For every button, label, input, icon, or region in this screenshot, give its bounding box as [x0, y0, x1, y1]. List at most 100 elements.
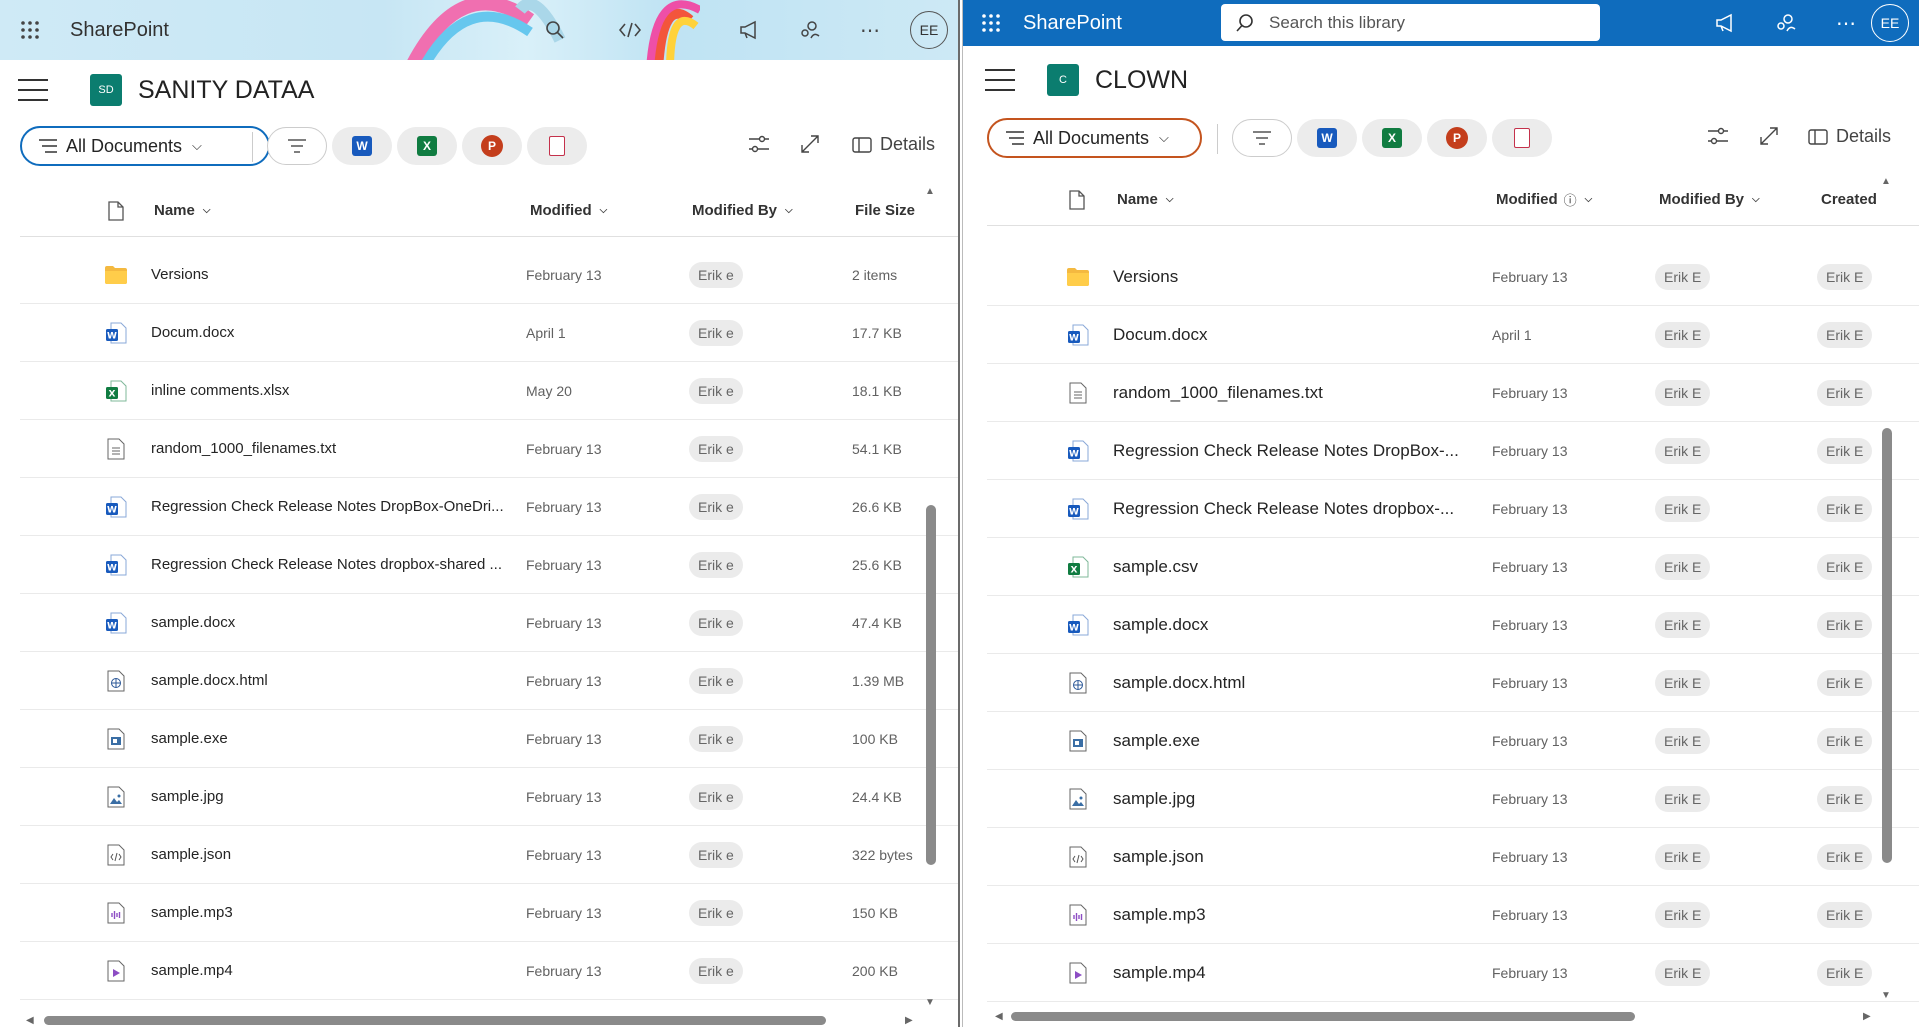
file-name-link[interactable]: Regression Check Release Notes dropbox-s… — [151, 536, 521, 593]
person-chip[interactable]: Erik e — [689, 261, 743, 288]
file-name-link[interactable]: sample.docx — [151, 594, 521, 651]
powerpoint-filter-button[interactable]: P — [1427, 119, 1487, 157]
file-name-link[interactable]: sample.jpg — [151, 768, 521, 825]
scroll-down-arrow-icon[interactable]: ▼ — [1881, 990, 1891, 1001]
scroll-left-arrow-icon[interactable]: ◀ — [995, 1011, 1003, 1022]
person-chip[interactable]: Erik E — [1817, 669, 1873, 696]
filter-button[interactable] — [1232, 119, 1292, 157]
table-row[interactable]: W Docum.docx April 1 Erik e 17.7 KB — [20, 304, 958, 362]
table-row[interactable]: random_1000_filenames.txt February 13 Erik… — [987, 364, 1919, 422]
table-row[interactable]: sample.docx.html February 13 Erik E Erik E — [987, 654, 1919, 712]
column-header-modified[interactable]: Modified ⌵ — [530, 185, 607, 236]
filter-button[interactable] — [267, 127, 327, 165]
person-chip[interactable]: Erik E — [1655, 785, 1711, 812]
vertical-scrollbar[interactable] — [1882, 428, 1892, 863]
file-name-link[interactable]: sample.mp3 — [151, 884, 521, 941]
table-row[interactable]: sample.jpg February 13 Erik E Erik E — [987, 770, 1919, 828]
avatar[interactable]: EE — [1871, 4, 1909, 42]
view-options-icon[interactable] — [1707, 126, 1729, 146]
person-chip[interactable]: Erik E — [1817, 321, 1873, 348]
person-chip[interactable]: Erik E — [1655, 901, 1711, 928]
nav-menu-icon[interactable] — [985, 69, 1015, 91]
table-row[interactable]: Wsample.docx February 13 Erik E Erik E — [987, 596, 1919, 654]
person-chip[interactable]: Erik e — [689, 609, 743, 636]
table-row[interactable]: sample.mp3 February 13 Erik e 150 KB — [20, 884, 958, 942]
column-header-name[interactable]: Name ⌵ — [1117, 174, 1173, 225]
table-row[interactable]: Versions February 13 Erik E Erik E — [987, 248, 1919, 306]
word-filter-button[interactable]: W — [332, 127, 392, 165]
person-chip[interactable]: Erik e — [689, 319, 743, 346]
person-chip[interactable]: Erik E — [1817, 553, 1873, 580]
person-chip[interactable]: Erik E — [1655, 379, 1711, 406]
file-name-link[interactable]: Versions — [151, 246, 521, 303]
search-input[interactable]: Search this library — [1221, 4, 1600, 41]
table-row[interactable]: Wsample.docx February 13 Erik e 47.4 KB — [20, 594, 958, 652]
person-chip[interactable]: Erik E — [1817, 901, 1873, 928]
table-row[interactable]: Xsample.csv February 13 Erik E Erik E — [987, 538, 1919, 596]
person-chip[interactable]: Erik e — [689, 377, 743, 404]
scroll-down-arrow-icon[interactable]: ▼ — [925, 997, 935, 1008]
scroll-left-arrow-icon[interactable]: ◀ — [26, 1015, 34, 1026]
person-chip[interactable]: Erik e — [689, 435, 743, 462]
person-chip[interactable]: Erik E — [1817, 611, 1873, 638]
column-header-modified[interactable]: Modified ⓘ ⌵ — [1496, 174, 1592, 225]
person-chip[interactable]: Erik E — [1817, 437, 1873, 464]
person-chip[interactable]: Erik e — [689, 957, 743, 984]
table-row[interactable]: W Docum.docx April 1 Erik E Erik E — [987, 306, 1919, 364]
column-header-modified-by[interactable]: Modified By ⌵ — [692, 185, 793, 236]
info-icon[interactable]: ⓘ — [1564, 190, 1577, 209]
details-button[interactable]: Details — [852, 134, 935, 155]
search-icon[interactable] — [535, 0, 575, 60]
table-row[interactable]: sample.mp3 February 13 Erik E Erik E — [987, 886, 1919, 944]
view-selector-button[interactable]: All Documents ⌵ — [987, 118, 1202, 158]
person-chip[interactable]: Erik E — [1655, 959, 1711, 986]
file-name-link[interactable]: sample.json — [1113, 828, 1483, 885]
person-chip[interactable]: Erik E — [1655, 553, 1711, 580]
expand-icon[interactable] — [800, 134, 820, 154]
table-row[interactable]: random_1000_filenames.txt February 13 Erik… — [20, 420, 958, 478]
person-chip[interactable]: Erik E — [1817, 959, 1873, 986]
brand-name[interactable]: SharePoint — [70, 19, 169, 42]
horizontal-scrollbar[interactable] — [44, 1016, 826, 1025]
file-name-link[interactable]: sample.json — [151, 826, 521, 883]
file-name-link[interactable]: sample.exe — [1113, 712, 1483, 769]
person-chip[interactable]: Erik e — [689, 551, 743, 578]
powerpoint-filter-button[interactable]: P — [462, 127, 522, 165]
person-chip[interactable]: Erik E — [1817, 379, 1873, 406]
word-filter-button[interactable]: W — [1297, 119, 1357, 157]
pdf-filter-button[interactable] — [1492, 119, 1552, 157]
table-row[interactable]: sample.jpg February 13 Erik e 24.4 KB — [20, 768, 958, 826]
file-name-link[interactable]: sample.mp4 — [1113, 944, 1483, 1001]
person-chip[interactable]: Erik E — [1817, 495, 1873, 522]
file-name-link[interactable]: Docum.docx — [1113, 306, 1483, 363]
table-row[interactable]: W Regression Check Release Notes dropbox-… — [987, 480, 1919, 538]
table-row[interactable]: sample.exe February 13 Erik E Erik E — [987, 712, 1919, 770]
view-selector-button[interactable]: All Documents ⌵ — [20, 126, 270, 166]
pdf-filter-button[interactable] — [527, 127, 587, 165]
person-chip[interactable]: Erik E — [1817, 727, 1873, 754]
file-name-link[interactable]: sample.csv — [1113, 538, 1483, 595]
file-name-link[interactable]: Versions — [1113, 248, 1483, 305]
table-row[interactable]: Xinline comments.xlsx May 20 Erik e 18.1 KB — [20, 362, 958, 420]
file-name-link[interactable]: Regression Check Release Notes DropBox-O… — [151, 478, 521, 535]
table-row[interactable]: W Regression Check Release Notes DropBox-… — [20, 478, 958, 536]
horizontal-scrollbar[interactable] — [1011, 1012, 1635, 1021]
person-chip[interactable]: Erik E — [1655, 843, 1711, 870]
excel-filter-button[interactable]: X — [397, 127, 457, 165]
vertical-scrollbar[interactable] — [926, 505, 936, 865]
avatar[interactable]: EE — [910, 11, 948, 49]
person-chip[interactable]: Erik e — [689, 725, 743, 752]
more-options-icon[interactable]: ⋯ — [1826, 0, 1866, 46]
person-chip[interactable]: Erik E — [1817, 785, 1873, 812]
table-row[interactable]: Versions February 13 Erik e 2 items — [20, 246, 958, 304]
more-options-icon[interactable]: ⋯ — [850, 0, 890, 60]
person-chip[interactable]: Erik e — [689, 783, 743, 810]
details-button[interactable]: Details — [1808, 126, 1891, 147]
megaphone-icon[interactable] — [730, 0, 770, 60]
code-diamond-icon[interactable] — [610, 0, 650, 60]
file-name-link[interactable]: inline comments.xlsx — [151, 362, 521, 419]
file-name-link[interactable]: Regression Check Release Notes dropbox-.… — [1113, 480, 1483, 537]
file-name-link[interactable]: sample.mp4 — [151, 942, 521, 999]
expand-icon[interactable] — [1759, 126, 1779, 146]
person-chip[interactable]: Erik E — [1655, 611, 1711, 638]
